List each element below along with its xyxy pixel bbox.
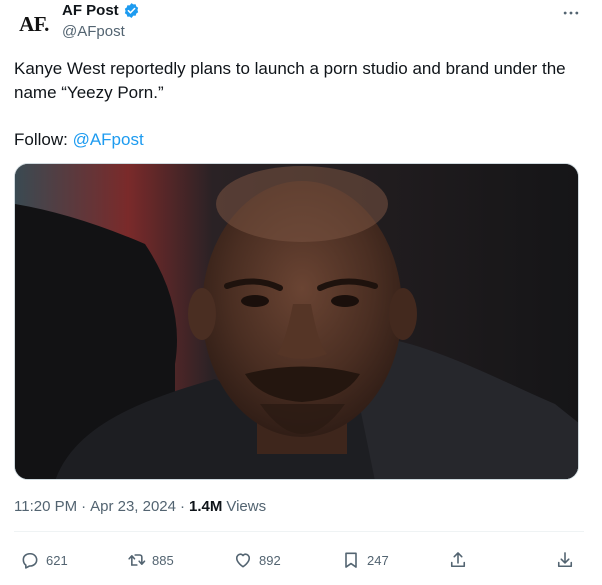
photo-illustration [15, 164, 578, 479]
like-button[interactable]: 892 [233, 546, 281, 574]
repost-arrows-icon [128, 554, 146, 566]
tweet-photo[interactable] [14, 163, 579, 480]
views-count: 1.4M [189, 498, 223, 515]
repost-count: 885 [152, 552, 174, 568]
tweet-date[interactable]: Apr 23, 2024 [90, 498, 176, 515]
tweet-meta: 11:20 PM · Apr 23, 2024 · 1.4M Views [14, 498, 266, 515]
views-label: Views [226, 498, 267, 515]
action-bar: 621 885 892 247 [0, 546, 602, 574]
tweet-card: AF. AF Post @AFpost Kanye West reportedl… [0, 0, 602, 585]
author-handle[interactable]: @AFpost [62, 23, 125, 40]
bookmark-button[interactable]: 247 [341, 546, 389, 574]
bookmark-count: 247 [367, 552, 389, 568]
share-upload-icon [450, 552, 466, 568]
follow-line: Follow: @AFpost [14, 128, 144, 152]
avatar[interactable]: AF. [14, 4, 54, 44]
like-count: 892 [259, 552, 281, 568]
tweet-text: Kanye West reportedly plans to launch a … [14, 59, 566, 102]
display-name[interactable]: AF Post [62, 2, 119, 19]
reply-bubble-icon [22, 552, 38, 569]
follow-mention-link[interactable]: @AFpost [73, 130, 144, 149]
download-icon [557, 552, 573, 568]
share-button[interactable] [448, 546, 468, 574]
heart-icon [235, 553, 251, 568]
verified-badge-icon [123, 2, 140, 19]
follow-label: Follow: [14, 130, 73, 149]
bookmark-icon [345, 552, 357, 568]
tweet-time[interactable]: 11:20 PM [14, 498, 77, 515]
download-button[interactable] [555, 546, 575, 574]
author-name-row: AF Post [62, 2, 140, 19]
divider [14, 531, 584, 532]
meta-separator: · [180, 498, 185, 515]
reply-button[interactable]: 621 [20, 546, 68, 574]
meta-separator: · [81, 498, 87, 515]
reply-count: 621 [46, 552, 68, 568]
repost-button[interactable]: 885 [126, 546, 174, 574]
more-options-icon[interactable] [560, 2, 582, 24]
